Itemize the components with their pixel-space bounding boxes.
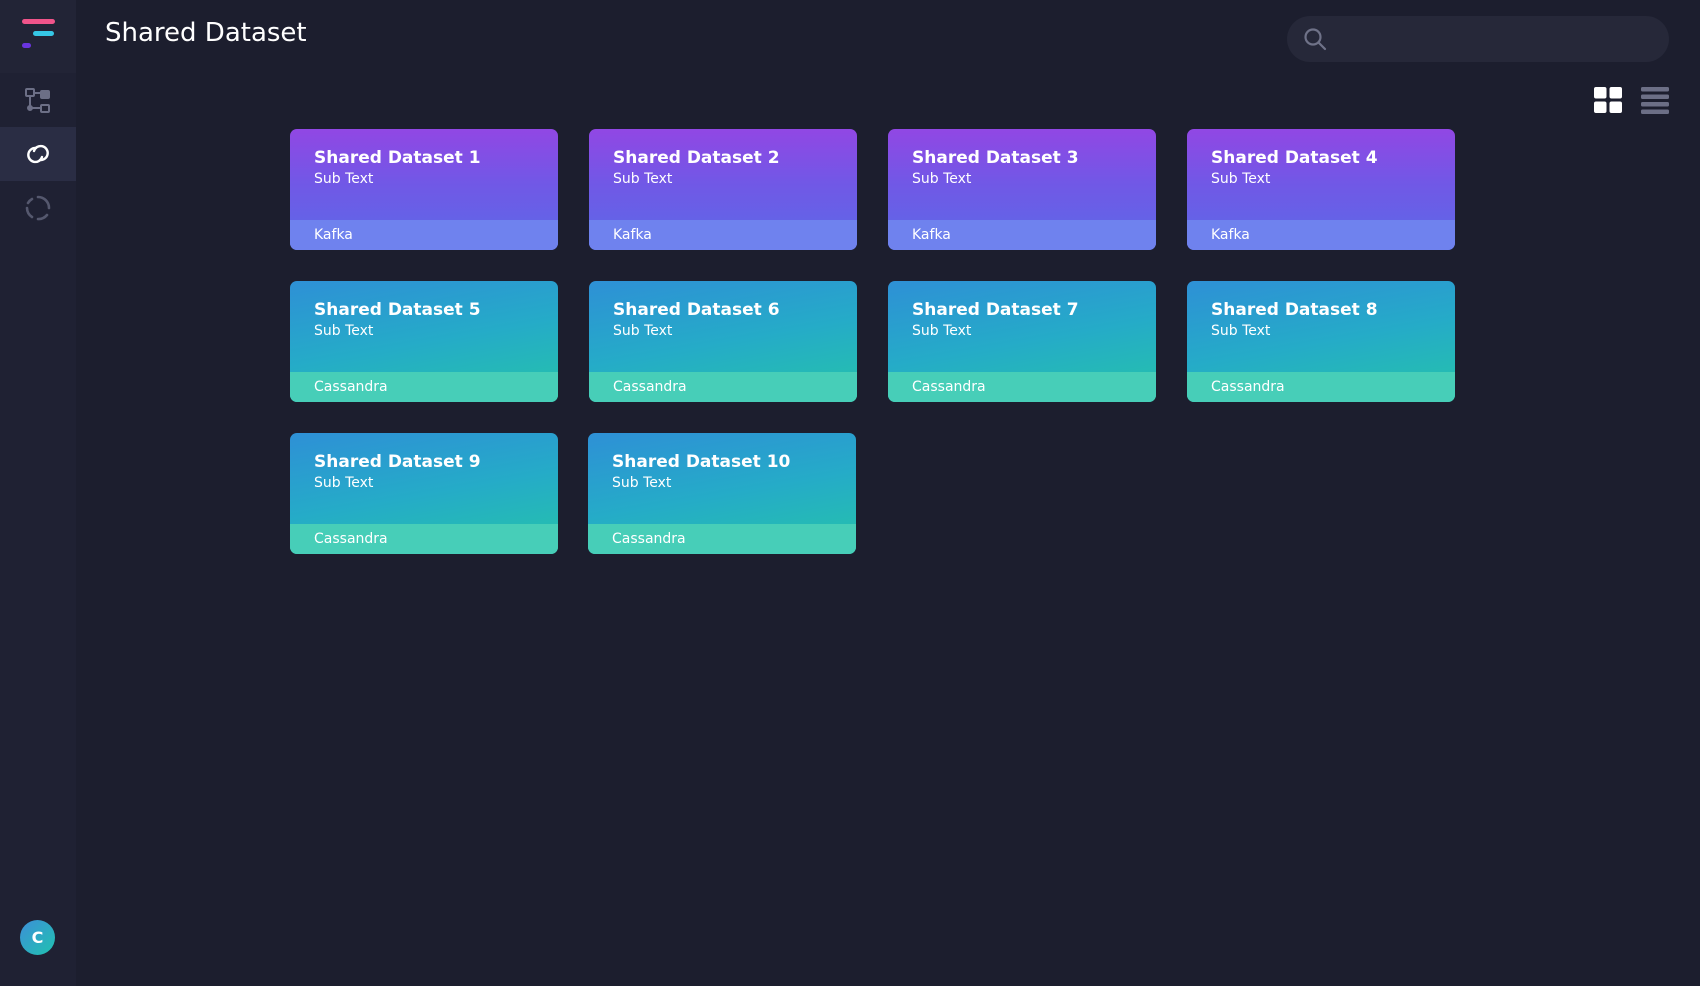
dataset-source: Kafka <box>888 220 1156 250</box>
dataset-title: Shared Dataset 4 <box>1211 148 1378 168</box>
dataset-title: Shared Dataset 8 <box>1211 300 1378 320</box>
dataset-subtext: Sub Text <box>314 171 374 187</box>
dataset-source: Kafka <box>290 220 558 250</box>
dataset-title: Shared Dataset 2 <box>613 148 780 168</box>
dataset-subtext: Sub Text <box>612 475 672 491</box>
dataset-subtext: Sub Text <box>912 323 972 339</box>
dataset-card[interactable]: Shared Dataset 4 Sub Text Kafka <box>1187 129 1455 250</box>
dataset-card[interactable]: Shared Dataset 1 Sub Text Kafka <box>290 129 558 250</box>
dataset-source: Cassandra <box>888 372 1156 402</box>
avatar-initial: C <box>31 928 44 947</box>
logo-icon <box>22 19 55 48</box>
dataset-title: Shared Dataset 7 <box>912 300 1079 320</box>
sidebar: C <box>0 0 76 986</box>
dataset-subtext: Sub Text <box>314 475 374 491</box>
search-icon <box>1303 27 1327 51</box>
link-icon <box>27 144 49 164</box>
page-title: Shared Dataset <box>105 18 307 48</box>
dataset-subtext: Sub Text <box>613 323 673 339</box>
dataset-subtext: Sub Text <box>1211 323 1271 339</box>
dataset-card[interactable]: Shared Dataset 6 Sub Text Cassandra <box>589 281 857 402</box>
grid-view-icon <box>1594 87 1622 113</box>
dataset-source: Cassandra <box>588 524 856 554</box>
dataset-title: Shared Dataset 3 <box>912 148 1079 168</box>
dataset-source: Cassandra <box>589 372 857 402</box>
dataset-card[interactable]: Shared Dataset 10 Sub Text Cassandra <box>588 433 856 554</box>
dataset-title: Shared Dataset 9 <box>314 452 481 472</box>
user-avatar[interactable]: C <box>20 920 55 955</box>
dataset-title: Shared Dataset 1 <box>314 148 481 168</box>
dataset-title: Shared Dataset 6 <box>613 300 780 320</box>
dataset-title: Shared Dataset 10 <box>612 452 791 472</box>
list-view-icon <box>1641 87 1669 114</box>
dataset-card[interactable]: Shared Dataset 2 Sub Text Kafka <box>589 129 857 250</box>
dataset-subtext: Sub Text <box>912 171 972 187</box>
sidebar-item-pipelines[interactable] <box>0 74 76 128</box>
dataset-card[interactable]: Shared Dataset 5 Sub Text Cassandra <box>290 281 558 402</box>
dataset-subtext: Sub Text <box>1211 171 1271 187</box>
dataset-source: Cassandra <box>290 524 558 554</box>
dataset-subtext: Sub Text <box>613 171 673 187</box>
dataset-source: Cassandra <box>1187 372 1455 402</box>
dataset-source: Kafka <box>1187 220 1455 250</box>
search-bar[interactable] <box>1287 16 1669 62</box>
dataset-source: Cassandra <box>290 372 558 402</box>
dataset-card[interactable]: Shared Dataset 7 Sub Text Cassandra <box>888 281 1156 402</box>
grid-view-button[interactable] <box>1594 86 1622 114</box>
dataset-title: Shared Dataset 5 <box>314 300 481 320</box>
sidebar-item-sync[interactable] <box>0 181 76 235</box>
dataset-source: Kafka <box>589 220 857 250</box>
app-logo[interactable] <box>0 0 76 73</box>
pipeline-icon <box>25 88 50 113</box>
dataset-card[interactable]: Shared Dataset 3 Sub Text Kafka <box>888 129 1156 250</box>
dataset-subtext: Sub Text <box>314 323 374 339</box>
sidebar-item-shared-dataset[interactable] <box>0 127 76 181</box>
dataset-card[interactable]: Shared Dataset 9 Sub Text Cassandra <box>290 433 558 554</box>
list-view-button[interactable] <box>1641 86 1669 114</box>
dataset-card[interactable]: Shared Dataset 8 Sub Text Cassandra <box>1187 281 1455 402</box>
search-input[interactable] <box>1335 18 1653 60</box>
refresh-icon <box>25 195 51 221</box>
